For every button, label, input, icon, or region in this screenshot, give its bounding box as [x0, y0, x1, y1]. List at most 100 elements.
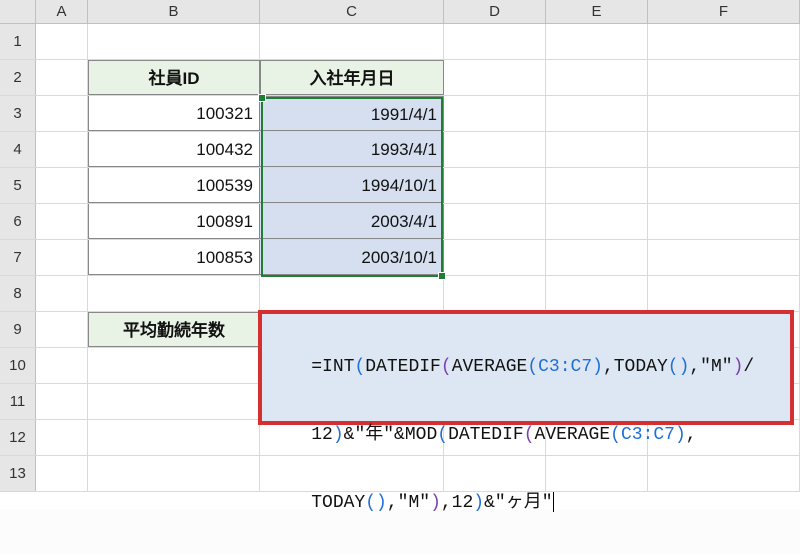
cell-C1[interactable] [260, 24, 444, 59]
selection-handle-bottom-right[interactable] [438, 272, 446, 280]
cell-D2[interactable] [444, 60, 546, 95]
row-header-8[interactable]: 8 [0, 276, 36, 311]
cell-C8[interactable] [260, 276, 444, 311]
cell-F13[interactable] [648, 456, 800, 491]
cell-A13[interactable] [36, 456, 88, 491]
row-header-11[interactable]: 11 [0, 384, 36, 419]
cell-D8[interactable] [444, 276, 546, 311]
formula-token: DATEDIF [365, 357, 441, 377]
cell-F4[interactable] [648, 132, 800, 167]
col-header-D[interactable]: D [444, 0, 546, 23]
formula-token: ,"M" [387, 493, 430, 513]
row-header-12[interactable]: 12 [0, 420, 36, 455]
formula-token: ) [592, 357, 603, 377]
cell-F3[interactable] [648, 96, 800, 131]
formula-token: ( [610, 425, 621, 445]
row-header-2[interactable]: 2 [0, 60, 36, 95]
cell-B3[interactable]: 100321 [88, 96, 260, 131]
cell-C4[interactable]: 1993/4/1 [260, 132, 444, 167]
formula-token: 12 [311, 425, 333, 445]
cell-F5[interactable] [648, 168, 800, 203]
cell-B8[interactable] [88, 276, 260, 311]
cell-E1[interactable] [546, 24, 648, 59]
cell-F1[interactable] [648, 24, 800, 59]
cell-B13[interactable] [88, 456, 260, 491]
cell-A5[interactable] [36, 168, 88, 203]
cell-D1[interactable] [444, 24, 546, 59]
cell-D3[interactable] [444, 96, 546, 131]
cell-E4[interactable] [546, 132, 648, 167]
col-header-B[interactable]: B [88, 0, 260, 23]
cell-E2[interactable] [546, 60, 648, 95]
cell-A10[interactable] [36, 348, 88, 383]
formula-token: / [743, 357, 754, 377]
row-header-13[interactable]: 13 [0, 456, 36, 491]
row-1: 1 [0, 24, 800, 60]
cell-F7[interactable] [648, 240, 800, 275]
formula-token: =INT [311, 357, 354, 377]
cell-A3[interactable] [36, 96, 88, 131]
text-caret [553, 492, 554, 512]
cell-E7[interactable] [546, 240, 648, 275]
cell-B12[interactable] [88, 420, 260, 455]
cell-E5[interactable] [546, 168, 648, 203]
cell-E8[interactable] [546, 276, 648, 311]
row-7: 7 100853 2003/10/1 [0, 240, 800, 276]
cell-A8[interactable] [36, 276, 88, 311]
row-header-7[interactable]: 7 [0, 240, 36, 275]
cell-C2[interactable]: 入社年月日 [260, 60, 444, 95]
cell-B2[interactable]: 社員ID [88, 60, 260, 95]
cell-B11[interactable] [88, 384, 260, 419]
formula-token: ( [437, 425, 448, 445]
formula-token: ) [333, 425, 344, 445]
row-header-5[interactable]: 5 [0, 168, 36, 203]
cell-B7[interactable]: 100853 [88, 240, 260, 275]
row-header-6[interactable]: 6 [0, 204, 36, 239]
cell-B1[interactable] [88, 24, 260, 59]
cell-E13[interactable] [546, 456, 648, 491]
spreadsheet[interactable]: A B C D E F 1 2 社員ID 入社年月日 3 100321 1991… [0, 0, 800, 509]
cell-D6[interactable] [444, 204, 546, 239]
cell-C5[interactable]: 1994/10/1 [260, 168, 444, 203]
cell-F6[interactable] [648, 204, 800, 239]
cell-A11[interactable] [36, 384, 88, 419]
cell-B9[interactable]: 平均勤続年数 [88, 312, 260, 347]
cell-A4[interactable] [36, 132, 88, 167]
row-header-9[interactable]: 9 [0, 312, 36, 347]
formula-token: ) [430, 493, 441, 513]
cell-D5[interactable] [444, 168, 546, 203]
cell-E3[interactable] [546, 96, 648, 131]
cell-B6[interactable]: 100891 [88, 204, 260, 239]
cell-B5[interactable]: 100539 [88, 168, 260, 203]
cell-E6[interactable] [546, 204, 648, 239]
formula-edit-box[interactable]: =INT(DATEDIF(AVERAGE(C3:C7),TODAY(),"M")… [258, 310, 794, 425]
cell-B10[interactable] [88, 348, 260, 383]
select-all-corner[interactable] [0, 0, 36, 23]
cell-D7[interactable] [444, 240, 546, 275]
formula-token: ) [473, 493, 484, 513]
formula-ref: C3:C7 [621, 425, 675, 445]
cell-C7[interactable]: 2003/10/1 [260, 240, 444, 275]
col-header-C[interactable]: C [260, 0, 444, 23]
col-header-E[interactable]: E [546, 0, 648, 23]
cell-A1[interactable] [36, 24, 88, 59]
col-header-A[interactable]: A [36, 0, 88, 23]
cell-A6[interactable] [36, 204, 88, 239]
selection-handle-top-left[interactable] [258, 94, 266, 102]
cell-C3[interactable]: 1991/4/1 [260, 96, 444, 131]
formula-token: ,TODAY [603, 357, 668, 377]
cell-A12[interactable] [36, 420, 88, 455]
cell-F2[interactable] [648, 60, 800, 95]
row-header-1[interactable]: 1 [0, 24, 36, 59]
row-header-10[interactable]: 10 [0, 348, 36, 383]
cell-A9[interactable] [36, 312, 88, 347]
cell-A7[interactable] [36, 240, 88, 275]
col-header-F[interactable]: F [648, 0, 800, 23]
row-header-3[interactable]: 3 [0, 96, 36, 131]
cell-D4[interactable] [444, 132, 546, 167]
cell-F8[interactable] [648, 276, 800, 311]
row-header-4[interactable]: 4 [0, 132, 36, 167]
cell-A2[interactable] [36, 60, 88, 95]
cell-C6[interactable]: 2003/4/1 [260, 204, 444, 239]
cell-B4[interactable]: 100432 [88, 132, 260, 167]
